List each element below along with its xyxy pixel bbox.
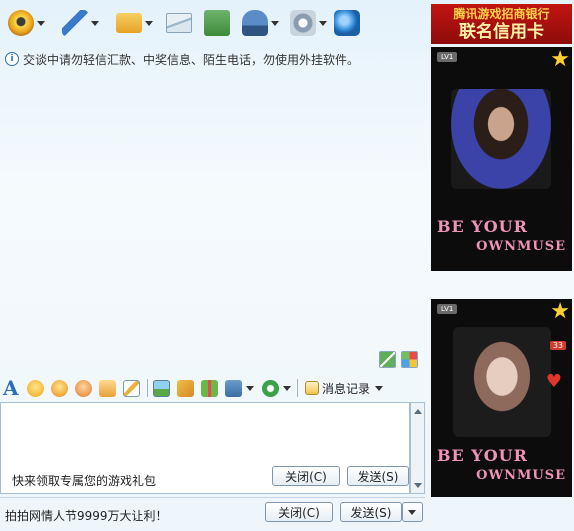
send-options-button[interactable] xyxy=(402,502,423,522)
hand-icon[interactable] xyxy=(99,379,116,397)
muse-text-line2: OWNMUSE xyxy=(476,468,566,483)
volume-badge: 33 xyxy=(549,341,566,350)
ad-banner-line1: 腾讯游戏招商银行 xyxy=(453,7,550,21)
qq-show-top[interactable]: LV1 ★ BE YOUR OWNMUSE xyxy=(431,47,572,271)
chevron-down-icon xyxy=(375,385,384,391)
refresh-globe-icon xyxy=(334,10,360,36)
chevron-down-icon[interactable] xyxy=(145,20,153,26)
magic-face-icon[interactable] xyxy=(51,379,68,397)
qq-chat-window: i 交谈中请勿轻信汇款、中奖信息、陌生电话，勿使用外挂软件。 A 消息记录 快来… xyxy=(0,0,574,531)
credit-card-ad-banner[interactable]: 腾讯游戏招商银行 联名信用卡 xyxy=(431,4,572,44)
heart-icon: ♥ xyxy=(545,371,562,392)
message-record-button[interactable]: 消息记录 xyxy=(305,380,384,397)
star-icon: ★ xyxy=(550,47,570,72)
chevron-down-icon[interactable] xyxy=(91,20,99,26)
scroll-down-icon[interactable] xyxy=(414,483,422,488)
chevron-down-icon[interactable] xyxy=(283,385,291,391)
music-note-icon[interactable] xyxy=(177,379,194,397)
envelope-icon xyxy=(166,13,192,33)
chevron-down-icon xyxy=(408,510,416,515)
expand-icon[interactable] xyxy=(379,351,396,368)
history-tools xyxy=(379,351,418,368)
top-toolbar xyxy=(0,0,425,44)
security-button[interactable] xyxy=(242,8,279,38)
folder-transfer-icon xyxy=(116,13,142,33)
chat-history-pane[interactable] xyxy=(0,70,425,370)
level-badge: LV1 xyxy=(437,52,458,62)
refresh-button[interactable] xyxy=(334,8,360,38)
settings-gear-icon xyxy=(290,10,316,36)
chevron-down-icon[interactable] xyxy=(271,20,279,26)
chevron-down-icon[interactable] xyxy=(37,20,45,26)
safety-notice: i 交谈中请勿轻信汇款、中奖信息、陌生电话，勿使用外挂软件。 xyxy=(5,51,425,67)
image-icon[interactable] xyxy=(153,379,170,397)
inner-send-button[interactable]: 发送(S) xyxy=(347,466,409,486)
level-badge: LV1 xyxy=(437,304,458,314)
chevron-down-icon[interactable] xyxy=(319,20,327,26)
video-call-button[interactable] xyxy=(8,8,45,38)
muse-text-line1: BE YOUR xyxy=(437,446,528,465)
game-gift-link[interactable]: 快来领取专属您的游戏礼包 xyxy=(12,472,156,489)
qq-show-bottom[interactable]: LV1 ★ 33 ♥ BE YOUR OWNMUSE xyxy=(431,299,572,497)
paipai-promo-link[interactable]: 拍拍网情人节9999万大让利！ xyxy=(5,507,168,524)
inner-close-button[interactable]: 关闭(C) xyxy=(272,466,340,486)
toolbar-separator xyxy=(147,379,148,397)
payment-icon[interactable] xyxy=(262,379,279,397)
app-settings-button[interactable] xyxy=(290,8,327,38)
message-input-text[interactable] xyxy=(5,407,405,457)
message-record-label: 消息记录 xyxy=(322,381,371,396)
font-icon[interactable]: A xyxy=(3,378,21,398)
star-icon: ★ xyxy=(550,299,570,324)
email-button[interactable] xyxy=(166,8,192,38)
file-transfer-button[interactable] xyxy=(116,8,153,38)
ad-sidebar: 腾讯游戏招商银行 联名信用卡 LV1 ★ BE YOUR OWNMUSE LV1… xyxy=(431,0,574,531)
muse-text-line1: BE YOUR xyxy=(437,217,528,236)
pencil-icon[interactable] xyxy=(123,379,140,397)
muse-text-line2: OWNMUSE xyxy=(476,239,566,254)
voice-call-button[interactable] xyxy=(62,8,99,38)
send-button[interactable]: 发送(S) xyxy=(340,502,402,522)
color-palette-icon[interactable] xyxy=(401,351,418,368)
emoticon-icon[interactable] xyxy=(27,379,44,397)
avatar-photo-bottom xyxy=(453,327,551,437)
safety-notice-text: 交谈中请勿轻信汇款、中奖信息、陌生电话，勿使用外挂软件。 xyxy=(23,52,360,67)
scroll-up-icon[interactable] xyxy=(414,409,422,414)
toolbar-separator xyxy=(297,379,298,397)
create-note-button[interactable] xyxy=(204,8,230,38)
winking-face-icon[interactable] xyxy=(75,379,92,397)
divider xyxy=(0,497,425,498)
history-icon xyxy=(305,381,319,395)
avatar-photo-top xyxy=(451,89,551,189)
info-icon: i xyxy=(5,52,19,66)
chevron-down-icon[interactable] xyxy=(246,385,254,391)
microphone-icon xyxy=(62,10,88,36)
ad-banner-line2: 联名信用卡 xyxy=(459,22,544,42)
input-toolbar: A 消息记录 xyxy=(0,375,425,401)
screenshot-icon[interactable] xyxy=(225,379,242,397)
input-scrollbar[interactable] xyxy=(410,402,425,494)
gift-icon[interactable] xyxy=(201,379,218,397)
police-hat-icon xyxy=(242,10,268,36)
webcam-icon xyxy=(8,10,34,36)
add-note-icon xyxy=(204,10,230,36)
close-button[interactable]: 关闭(C) xyxy=(265,502,333,522)
